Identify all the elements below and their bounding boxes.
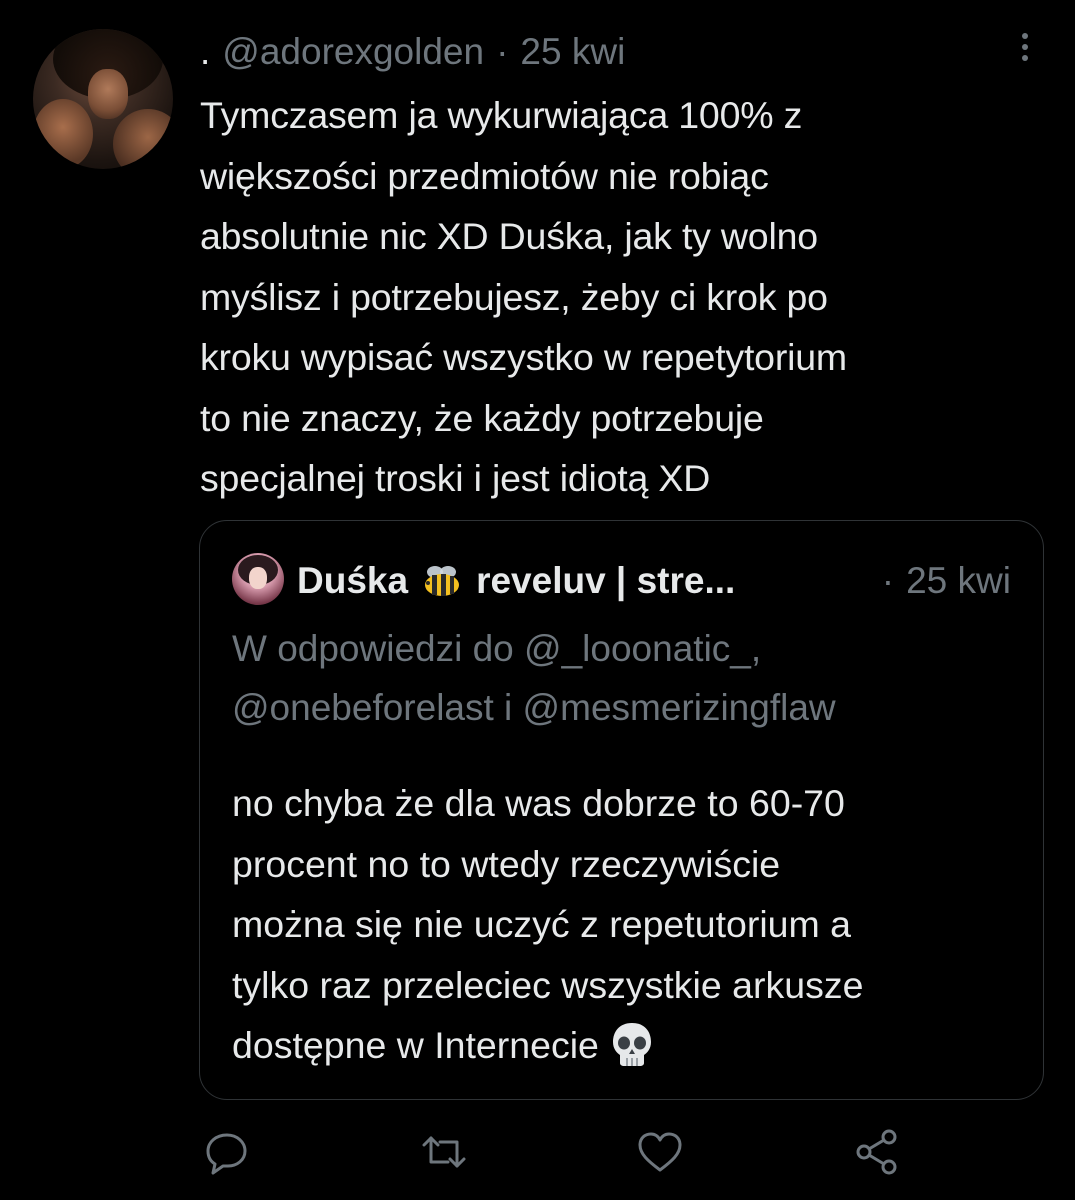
quoted-author-name[interactable]: Duśka [297,560,408,602]
reply-context-line: @onebeforelast i @mesmerizingflaw [232,687,836,728]
tweet-text-line: Tymczasem ja wykurwiająca 100% z [200,94,803,136]
tweet-timestamp[interactable]: 25 kwi [520,31,625,73]
quoted-text-line: można się nie uczyć z repetutorium a [232,903,852,945]
reply-context-line: W odpowiedzi do @_looonatic_, [232,628,762,669]
quoted-header-separator: · [881,560,895,601]
tweet-text-line: to nie znaczy, że każdy potrzebuje [200,396,764,439]
reply-context: W odpowiedzi do @_looonatic_, @onebefore… [232,619,1022,737]
quoted-tweet-header: Duśka reveluv | stre... [297,557,735,605]
quoted-author-avatar[interactable] [232,553,284,605]
share-icon[interactable] [853,1128,901,1176]
more-options-icon[interactable] [1015,30,1035,70]
quoted-text-line: procent no to wtedy rzeczywiście [232,842,781,885]
author-display-name[interactable]: . [200,31,210,73]
bee-emoji-icon [422,561,462,601]
tweet-text-line: kroku wypisać wszystko w repetytorium [200,336,847,378]
quoted-author-display-suffix[interactable]: reveluv | stre... [476,560,735,602]
tweet-text-line: specjalnej troski i jest idiotą XD [200,457,711,499]
tweet-header: . @adorexgolden · 25 kwi [200,28,625,76]
tweet-text-line: większości przedmiotów nie robiąc [200,154,769,197]
reply-icon[interactable] [203,1128,251,1176]
tweet[interactable]: . @adorexgolden · 25 kwi Tymczasem ja wy… [0,0,1075,1200]
quoted-text-line: no chyba że dla was dobrze to 60-70 [232,782,845,824]
quoted-timestamp[interactable]: 25 kwi [906,560,1011,602]
quoted-text-line-last: dostępne w Internecie [232,1015,1032,1076]
skull-emoji-icon [609,1020,655,1068]
tweet-text-line: absolutnie nic XD Duśka, jak ty wolno [200,215,818,257]
action-bar [0,1128,1075,1184]
quoted-tweet[interactable]: Duśka reveluv | stre... · 25 kwi W odpow… [199,520,1044,1100]
quoted-text-line: tylko raz przeleciec wszystkie arkusze [232,963,864,1006]
tweet-text: Tymczasem ja wykurwiająca 100% z większo… [200,85,1050,509]
author-handle[interactable]: @adorexgolden [222,31,484,73]
header-separator: · [496,31,509,72]
quoted-tweet-text: no chyba że dla was dobrze to 60-70 proc… [232,773,1032,1076]
tweet-text-line: myślisz i potrzebujesz, żeby ci krok po [200,275,828,318]
like-icon[interactable] [636,1128,684,1176]
author-avatar[interactable] [33,29,173,169]
retweet-icon[interactable] [420,1128,468,1176]
quoted-text-line: dostępne w Internecie [232,1024,599,1066]
quoted-tweet-time: · 25 kwi [882,557,1011,605]
